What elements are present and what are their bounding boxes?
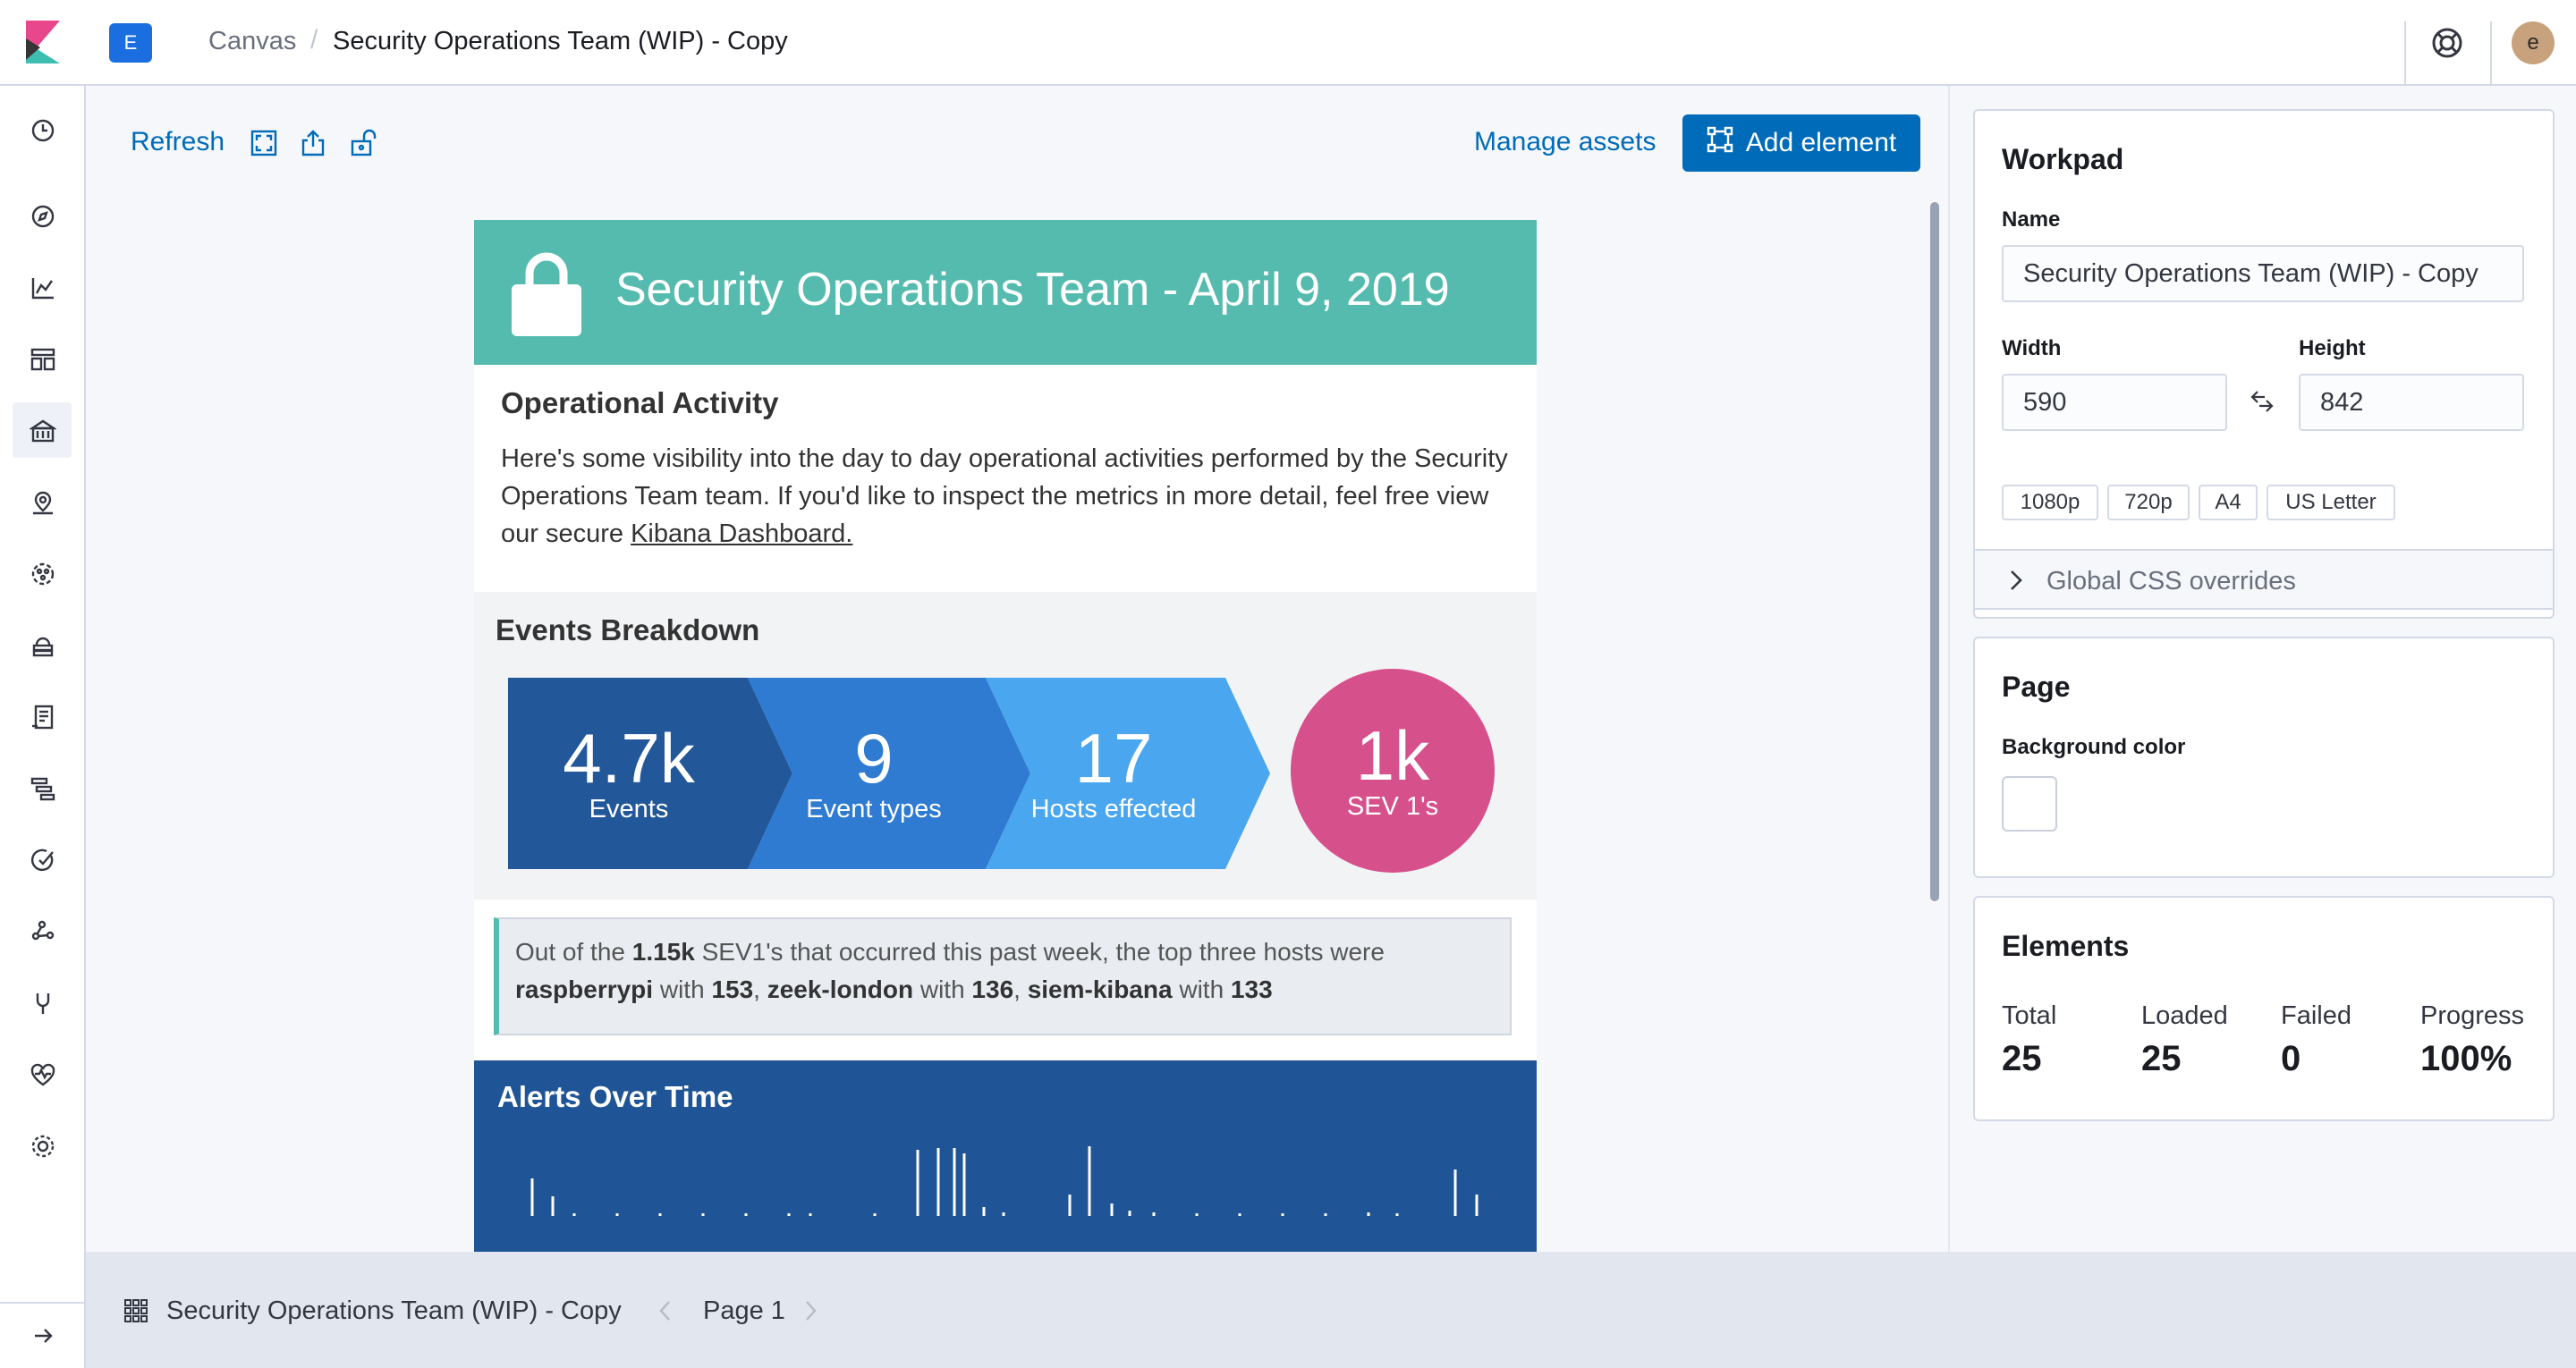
dashboard-icon[interactable] [25, 342, 61, 377]
stat-total-value: 25 [2002, 1039, 2042, 1078]
workpad-page[interactable]: Security Operations Team - April 9, 2019… [474, 220, 1537, 1252]
elements-panel: Elements Total 25 Loaded 25 Failed 0 Pro… [1973, 896, 2555, 1121]
stat-progress-label: Progress [2420, 1001, 2525, 1030]
nav-footer [0, 1302, 86, 1368]
breadcrumb-current: Security Operations Team (WIP) - Copy [333, 27, 788, 55]
header-divider [2404, 21, 2406, 86]
preset-1080p[interactable]: 1080p [2002, 485, 2098, 520]
page-indicator[interactable]: Page 1 [703, 1296, 785, 1326]
workpad-name-field[interactable]: Security Operations Team (WIP) - Copy [2002, 245, 2524, 302]
visualize-icon[interactable] [25, 270, 61, 306]
metric-event-types[interactable]: 9 Event types [753, 678, 995, 869]
logs-icon[interactable] [25, 699, 61, 735]
add-element-button[interactable]: Add element [1682, 114, 1920, 172]
add-element-label: Add element [1745, 128, 1897, 157]
workpad-scrollbar[interactable] [1930, 202, 1939, 901]
monitoring-icon[interactable] [25, 1057, 61, 1093]
share-icon[interactable] [299, 129, 329, 159]
add-element-icon [1707, 126, 1733, 160]
apm-icon[interactable] [25, 771, 61, 806]
page-panel-title: Page [2002, 671, 2071, 703]
kibana-logo-icon[interactable] [0, 0, 86, 85]
operational-activity-title: Operational Activity [501, 386, 779, 419]
next-page-icon[interactable] [801, 1298, 819, 1328]
graph-icon[interactable] [25, 914, 61, 950]
stat-progress-value: 100% [2420, 1039, 2512, 1078]
preset-720p[interactable]: 720p [2107, 485, 2190, 520]
alerts-sparkline [530, 1146, 1479, 1216]
ml-icon[interactable] [25, 556, 61, 592]
workpad-panel-title: Workpad [2002, 143, 2124, 175]
stat-loaded-label: Loaded [2141, 1001, 2228, 1030]
metric-events[interactable]: 4.7k Events [508, 678, 750, 869]
metric-hosts-effected[interactable]: 17 Hosts effected [993, 678, 1234, 869]
header-banner[interactable]: Security Operations Team - April 9, 2019 [474, 220, 1537, 365]
side-nav [0, 86, 86, 1368]
top-bar: E Canvas / Security Operations Team (WIP… [0, 0, 2576, 86]
preset-a4[interactable]: A4 [2199, 485, 2258, 520]
page-panel: Page Background color [1973, 637, 2555, 878]
header-divider [2490, 21, 2492, 86]
management-icon[interactable] [25, 1128, 61, 1164]
stat-total-label: Total [2002, 1001, 2057, 1030]
height-label: Height [2299, 336, 2366, 360]
user-avatar[interactable]: e [2512, 21, 2555, 64]
header-title: Security Operations Team - April 9, 2019 [615, 264, 1450, 316]
width-label: Width [2002, 336, 2062, 360]
page-manager-bar: Security Operations Team (WIP) - Copy Pa… [86, 1252, 2576, 1368]
devtools-icon[interactable] [25, 985, 61, 1021]
footer-workpad-name[interactable]: Security Operations Team (WIP) - Copy [166, 1296, 622, 1326]
events-breakdown-title: Events Breakdown [496, 613, 760, 646]
help-icon[interactable] [2429, 25, 2465, 61]
kibana-dashboard-link[interactable]: Kibana Dashboard. [631, 519, 852, 548]
uptime-icon[interactable] [25, 842, 61, 878]
breadcrumb-canvas[interactable]: Canvas [208, 27, 296, 56]
stat-loaded-value: 25 [2141, 1039, 2182, 1078]
canvas-icon[interactable] [25, 413, 61, 449]
metric-sev1[interactable]: 1k SEV 1's [1291, 669, 1495, 873]
unlock-icon[interactable] [349, 129, 379, 159]
height-field[interactable]: 842 [2299, 374, 2524, 431]
global-css-overrides-label: Global CSS overrides [2046, 567, 2296, 595]
sev1-callout[interactable]: Out of the 1.15k SEV1's that occurred th… [494, 917, 1512, 1035]
expand-nav-icon[interactable] [25, 1318, 61, 1354]
stat-failed-value: 0 [2281, 1039, 2301, 1078]
stat-failed-label: Failed [2281, 1001, 2351, 1030]
elements-panel-title: Elements [2002, 930, 2130, 962]
global-css-overrides-toggle[interactable]: Global CSS overrides [1975, 549, 2553, 610]
chevron-right-icon [2007, 569, 2025, 596]
compass-icon[interactable] [25, 198, 61, 234]
swap-dimensions-icon[interactable] [2249, 388, 2275, 419]
width-field[interactable]: 590 [2002, 374, 2227, 431]
clock-icon[interactable] [25, 113, 61, 148]
lock-icon [510, 250, 583, 342]
callout-text: Out of the 1.15k SEV1's that occurred th… [515, 938, 1385, 1003]
operational-activity-text: Here's some visibility into the day to d… [501, 444, 1508, 548]
preset-us-letter[interactable]: US Letter [2267, 485, 2395, 520]
refresh-button[interactable]: Refresh [131, 127, 225, 157]
fullscreen-icon[interactable] [250, 129, 280, 159]
workpad-panel: Workpad Name Security Operations Team (W… [1973, 109, 2555, 619]
space-avatar[interactable]: E [109, 23, 152, 63]
alerts-over-time-panel[interactable]: Alerts Over Time [474, 1060, 1537, 1252]
grid-icon[interactable] [123, 1298, 148, 1328]
manage-assets-button[interactable]: Manage assets [1474, 127, 1656, 157]
background-color-swatch[interactable] [2002, 776, 2057, 832]
background-color-label: Background color [2002, 735, 2186, 759]
previous-page-icon[interactable] [657, 1298, 674, 1328]
breadcrumb-separator: / [310, 25, 318, 55]
name-label: Name [2002, 207, 2061, 232]
infrastructure-icon[interactable] [25, 628, 61, 663]
maps-icon[interactable] [25, 485, 61, 520]
